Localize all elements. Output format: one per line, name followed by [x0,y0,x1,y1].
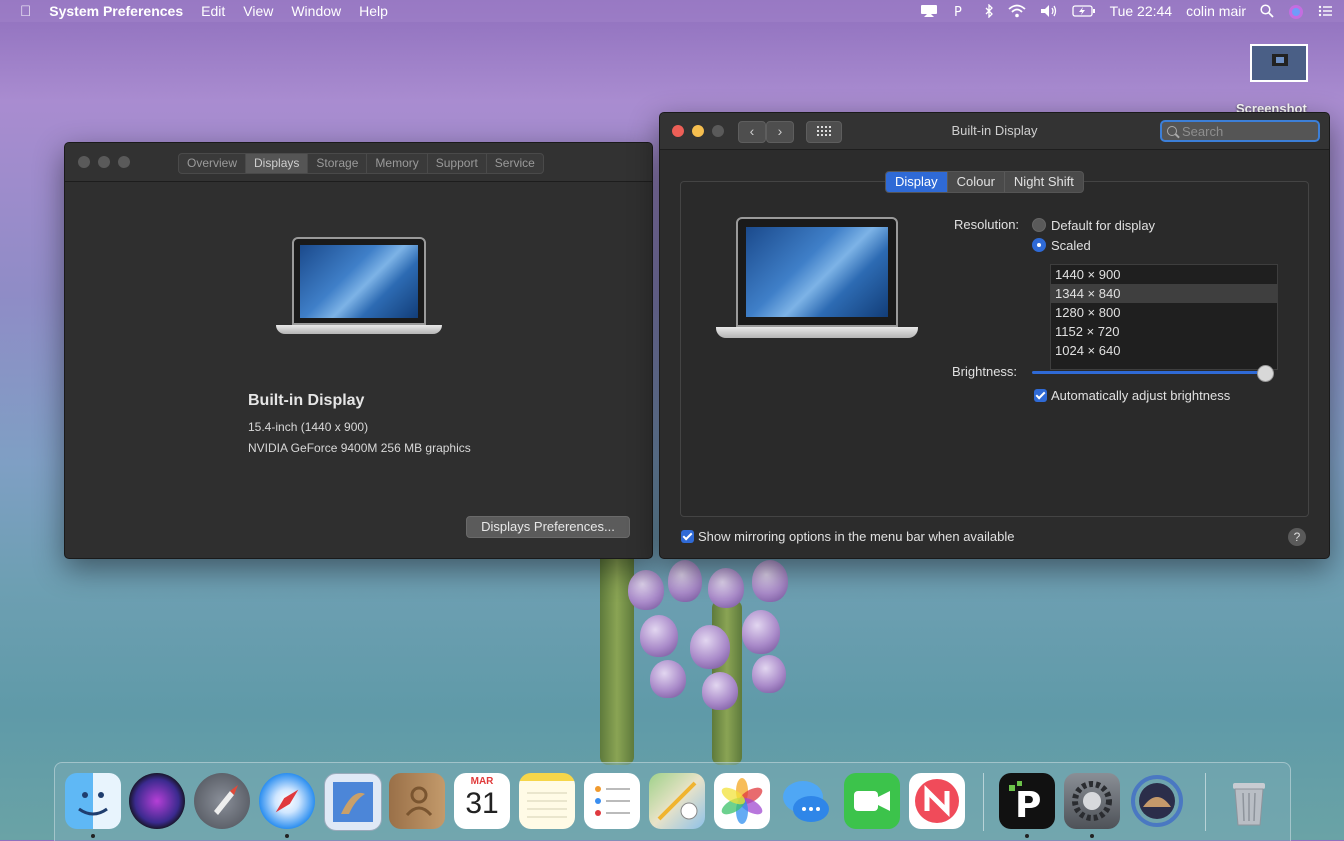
help-button[interactable]: ? [1288,528,1306,546]
contacts-icon[interactable] [389,773,445,829]
display-size: 15.4-inch (1440 x 900) [248,420,369,434]
siri-icon[interactable] [129,773,185,829]
menu-help[interactable]: Help [359,3,388,19]
apple-menu-icon[interactable]:  [20,3,31,20]
volume-icon[interactable] [1040,4,1058,18]
resolution-list[interactable]: 1440 × 900 1344 × 840 1280 × 800 1152 × … [1050,264,1278,370]
dock-separator [983,773,984,831]
svg-text:P: P [954,5,962,18]
resolution-option[interactable]: 1024 × 640 [1051,341,1277,360]
wifi-icon[interactable] [1007,4,1026,18]
brightness-slider-knob[interactable] [1257,365,1274,382]
tab-night-shift[interactable]: Night Shift [1005,172,1083,192]
trash-icon[interactable] [1221,773,1277,829]
menubar-clock[interactable]: Tue 22:44 [1110,3,1173,19]
tab-displays[interactable]: Displays [246,154,309,173]
battery-icon[interactable] [1071,4,1096,18]
running-indicator [285,834,289,838]
siri-menubar-icon[interactable] [1288,4,1304,19]
resolution-option[interactable]: 1152 × 720 [1051,322,1277,341]
mirroring-checkbox[interactable] [681,530,694,543]
svg-text:P: P [1015,785,1041,826]
running-indicator [1025,834,1029,838]
facetime-icon[interactable] [844,773,900,829]
tab-support[interactable]: Support [428,154,487,173]
reminders-icon[interactable] [584,773,640,829]
brightness-label: Brightness: [952,364,1018,379]
vpn-icon[interactable]: P [952,4,970,20]
dock-separator [1205,773,1206,831]
menu-window[interactable]: Window [291,3,341,19]
search-input[interactable]: Search [1160,120,1320,142]
prefs-tab-bar: Display Colour Night Shift [885,171,1084,193]
notification-center-icon[interactable] [1318,4,1332,18]
default-for-display-label[interactable]: Default for display [1051,218,1155,233]
display-preferences-window: ‹ › Built-in Display Search Display Colo… [659,112,1330,559]
scaled-label[interactable]: Scaled [1051,238,1091,253]
laptop-image [276,237,442,339]
minimize-button[interactable] [98,156,110,168]
laptop-image [716,217,918,341]
tab-display[interactable]: Display [886,172,948,192]
screenshot-file-icon[interactable] [1250,44,1308,82]
resolution-label: Resolution: [954,217,1020,232]
about-tab-bar: Overview Displays Storage Memory Support… [178,153,544,174]
about-this-mac-window: Overview Displays Storage Memory Support… [64,142,653,559]
close-button[interactable] [78,156,90,168]
time-machine-icon[interactable] [1129,773,1185,829]
dock: MAR 31 P [54,762,1291,841]
display-name: Built-in Display [248,392,365,409]
resolution-option-selected[interactable]: 1344 × 840 [1051,284,1277,303]
mail-icon[interactable] [324,773,382,831]
about-titlebar: Overview Displays Storage Memory Support… [65,143,652,182]
resolution-option[interactable]: 1440 × 900 [1051,265,1277,284]
airplay-icon[interactable] [920,4,938,18]
messages-icon[interactable] [779,773,835,829]
spotlight-search-icon[interactable] [1260,4,1274,18]
calendar-icon[interactable]: MAR 31 [454,773,510,829]
radio-default-for-display[interactable] [1032,218,1046,232]
tab-overview[interactable]: Overview [179,154,247,173]
system-preferences-icon[interactable] [1064,773,1120,829]
search-icon [1167,126,1177,136]
zoom-button[interactable] [118,156,130,168]
finder-icon[interactable] [65,773,121,829]
app-menu[interactable]: System Preferences [49,3,183,19]
running-indicator [91,834,95,838]
prefs-titlebar: ‹ › Built-in Display Search [660,113,1329,150]
bluetooth-icon[interactable] [984,3,994,19]
displays-preferences-button[interactable]: Displays Preferences... [466,516,630,538]
auto-brightness-label[interactable]: Automatically adjust brightness [1051,388,1230,403]
brightness-slider-track[interactable] [1032,371,1264,374]
auto-brightness-checkbox[interactable] [1034,389,1047,402]
mirroring-label[interactable]: Show mirroring options in the menu bar w… [698,529,1015,544]
menubar-user[interactable]: colin mair [1186,3,1246,19]
menu-edit[interactable]: Edit [201,3,225,19]
safari-icon[interactable] [259,773,315,829]
launchpad-icon[interactable] [194,773,250,829]
notes-icon[interactable] [519,773,575,829]
photos-icon[interactable] [714,773,770,829]
tab-memory[interactable]: Memory [367,154,428,173]
tab-service[interactable]: Service [487,154,543,173]
tab-storage[interactable]: Storage [308,154,368,173]
calendar-month: MAR [470,776,494,787]
menu-view[interactable]: View [243,3,273,19]
calendar-day: 31 [465,787,499,820]
graphics-info: NVIDIA GeForce 9400M 256 MB graphics [248,441,471,455]
tab-colour[interactable]: Colour [948,172,1005,192]
running-indicator [1090,834,1094,838]
maps-icon[interactable] [649,773,705,829]
search-placeholder: Search [1182,124,1224,139]
menu-bar:  System Preferences Edit View Window He… [0,0,1344,22]
resolution-option[interactable]: 1280 × 800 [1051,303,1277,322]
ipvanish-icon[interactable]: P [999,773,1055,829]
radio-scaled[interactable] [1032,238,1046,252]
news-icon[interactable] [909,773,965,829]
